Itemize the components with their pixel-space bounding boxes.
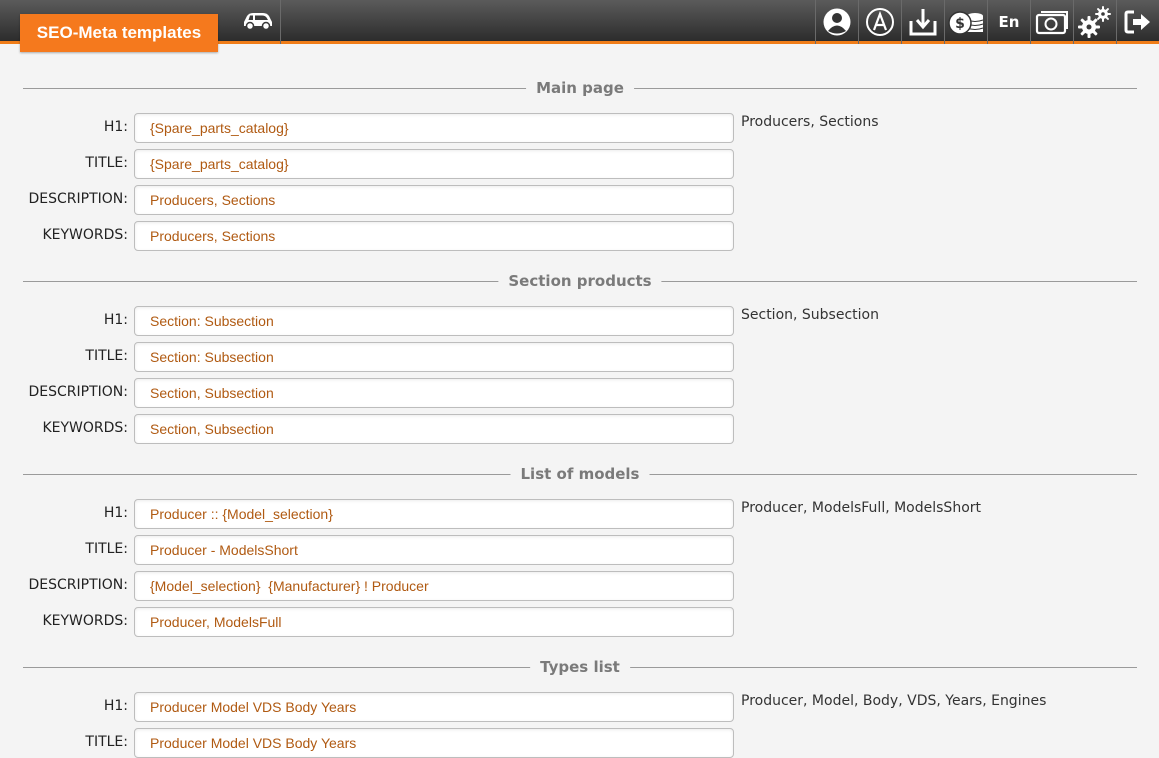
section-divider: Main page [23,78,1137,98]
h1-input[interactable] [134,113,734,143]
description-input[interactable] [134,378,734,408]
logout-icon [1124,9,1152,35]
language-label: En [998,13,1020,31]
h1-input[interactable] [134,499,734,529]
section-variables-hint: Producers, Sections [741,114,879,130]
h1-input[interactable] [134,692,734,722]
field-label: H1: [103,505,128,521]
field-label: H1: [103,312,128,328]
description-input[interactable] [134,185,734,215]
language-button[interactable]: En [987,0,1030,44]
coins-icon: $ [948,8,984,36]
field-label: H1: [103,698,128,714]
section-title: Main page [526,78,634,98]
field-label: KEYWORDS: [42,227,128,243]
profile-button[interactable] [815,0,858,44]
section-divider: List of models [23,464,1137,484]
a-circle-icon [865,7,895,37]
section-divider: Types list [23,657,1137,677]
autocomplete-button[interactable] [858,0,901,44]
field-label: DESCRIPTION: [28,384,128,400]
settings-button[interactable] [1073,0,1116,44]
currency-button[interactable] [1030,0,1073,44]
section-title: List of models [510,464,650,484]
prices-button[interactable]: $ [944,0,987,44]
keywords-input[interactable] [134,414,734,444]
logout-button[interactable] [1116,0,1159,44]
title-input[interactable] [134,342,734,372]
field-label: KEYWORDS: [42,420,128,436]
field-label: DESCRIPTION: [28,191,128,207]
car-button[interactable] [236,0,281,44]
section-title: Types list [530,657,630,677]
section-variables-hint: Section, Subsection [741,307,879,323]
field-label: TITLE: [85,734,128,750]
page-title: SEO-Meta templates [20,14,218,52]
cash-icon [1035,9,1069,35]
keywords-input[interactable] [134,221,734,251]
h1-input[interactable] [134,306,734,336]
field-label: DESCRIPTION: [28,577,128,593]
car-icon [241,10,275,34]
section-title: Section products [498,271,662,291]
title-input[interactable] [134,535,734,565]
section-divider: Section products [23,271,1137,291]
svg-text:$: $ [955,16,965,32]
keywords-input[interactable] [134,607,734,637]
user-icon [822,7,852,37]
field-label: KEYWORDS: [42,613,128,629]
field-label: TITLE: [85,155,128,171]
title-input[interactable] [134,728,734,758]
section-variables-hint: Producer, Model, Body, VDS, Years, Engin… [741,693,1047,709]
download-icon [907,7,939,37]
title-input[interactable] [134,149,734,179]
section-variables-hint: Producer, ModelsFull, ModelsShort [741,500,982,516]
import-button[interactable] [901,0,944,44]
gears-icon [1078,5,1112,39]
field-label: TITLE: [85,348,128,364]
description-input[interactable] [134,571,734,601]
field-label: H1: [103,119,128,135]
field-label: TITLE: [85,541,128,557]
